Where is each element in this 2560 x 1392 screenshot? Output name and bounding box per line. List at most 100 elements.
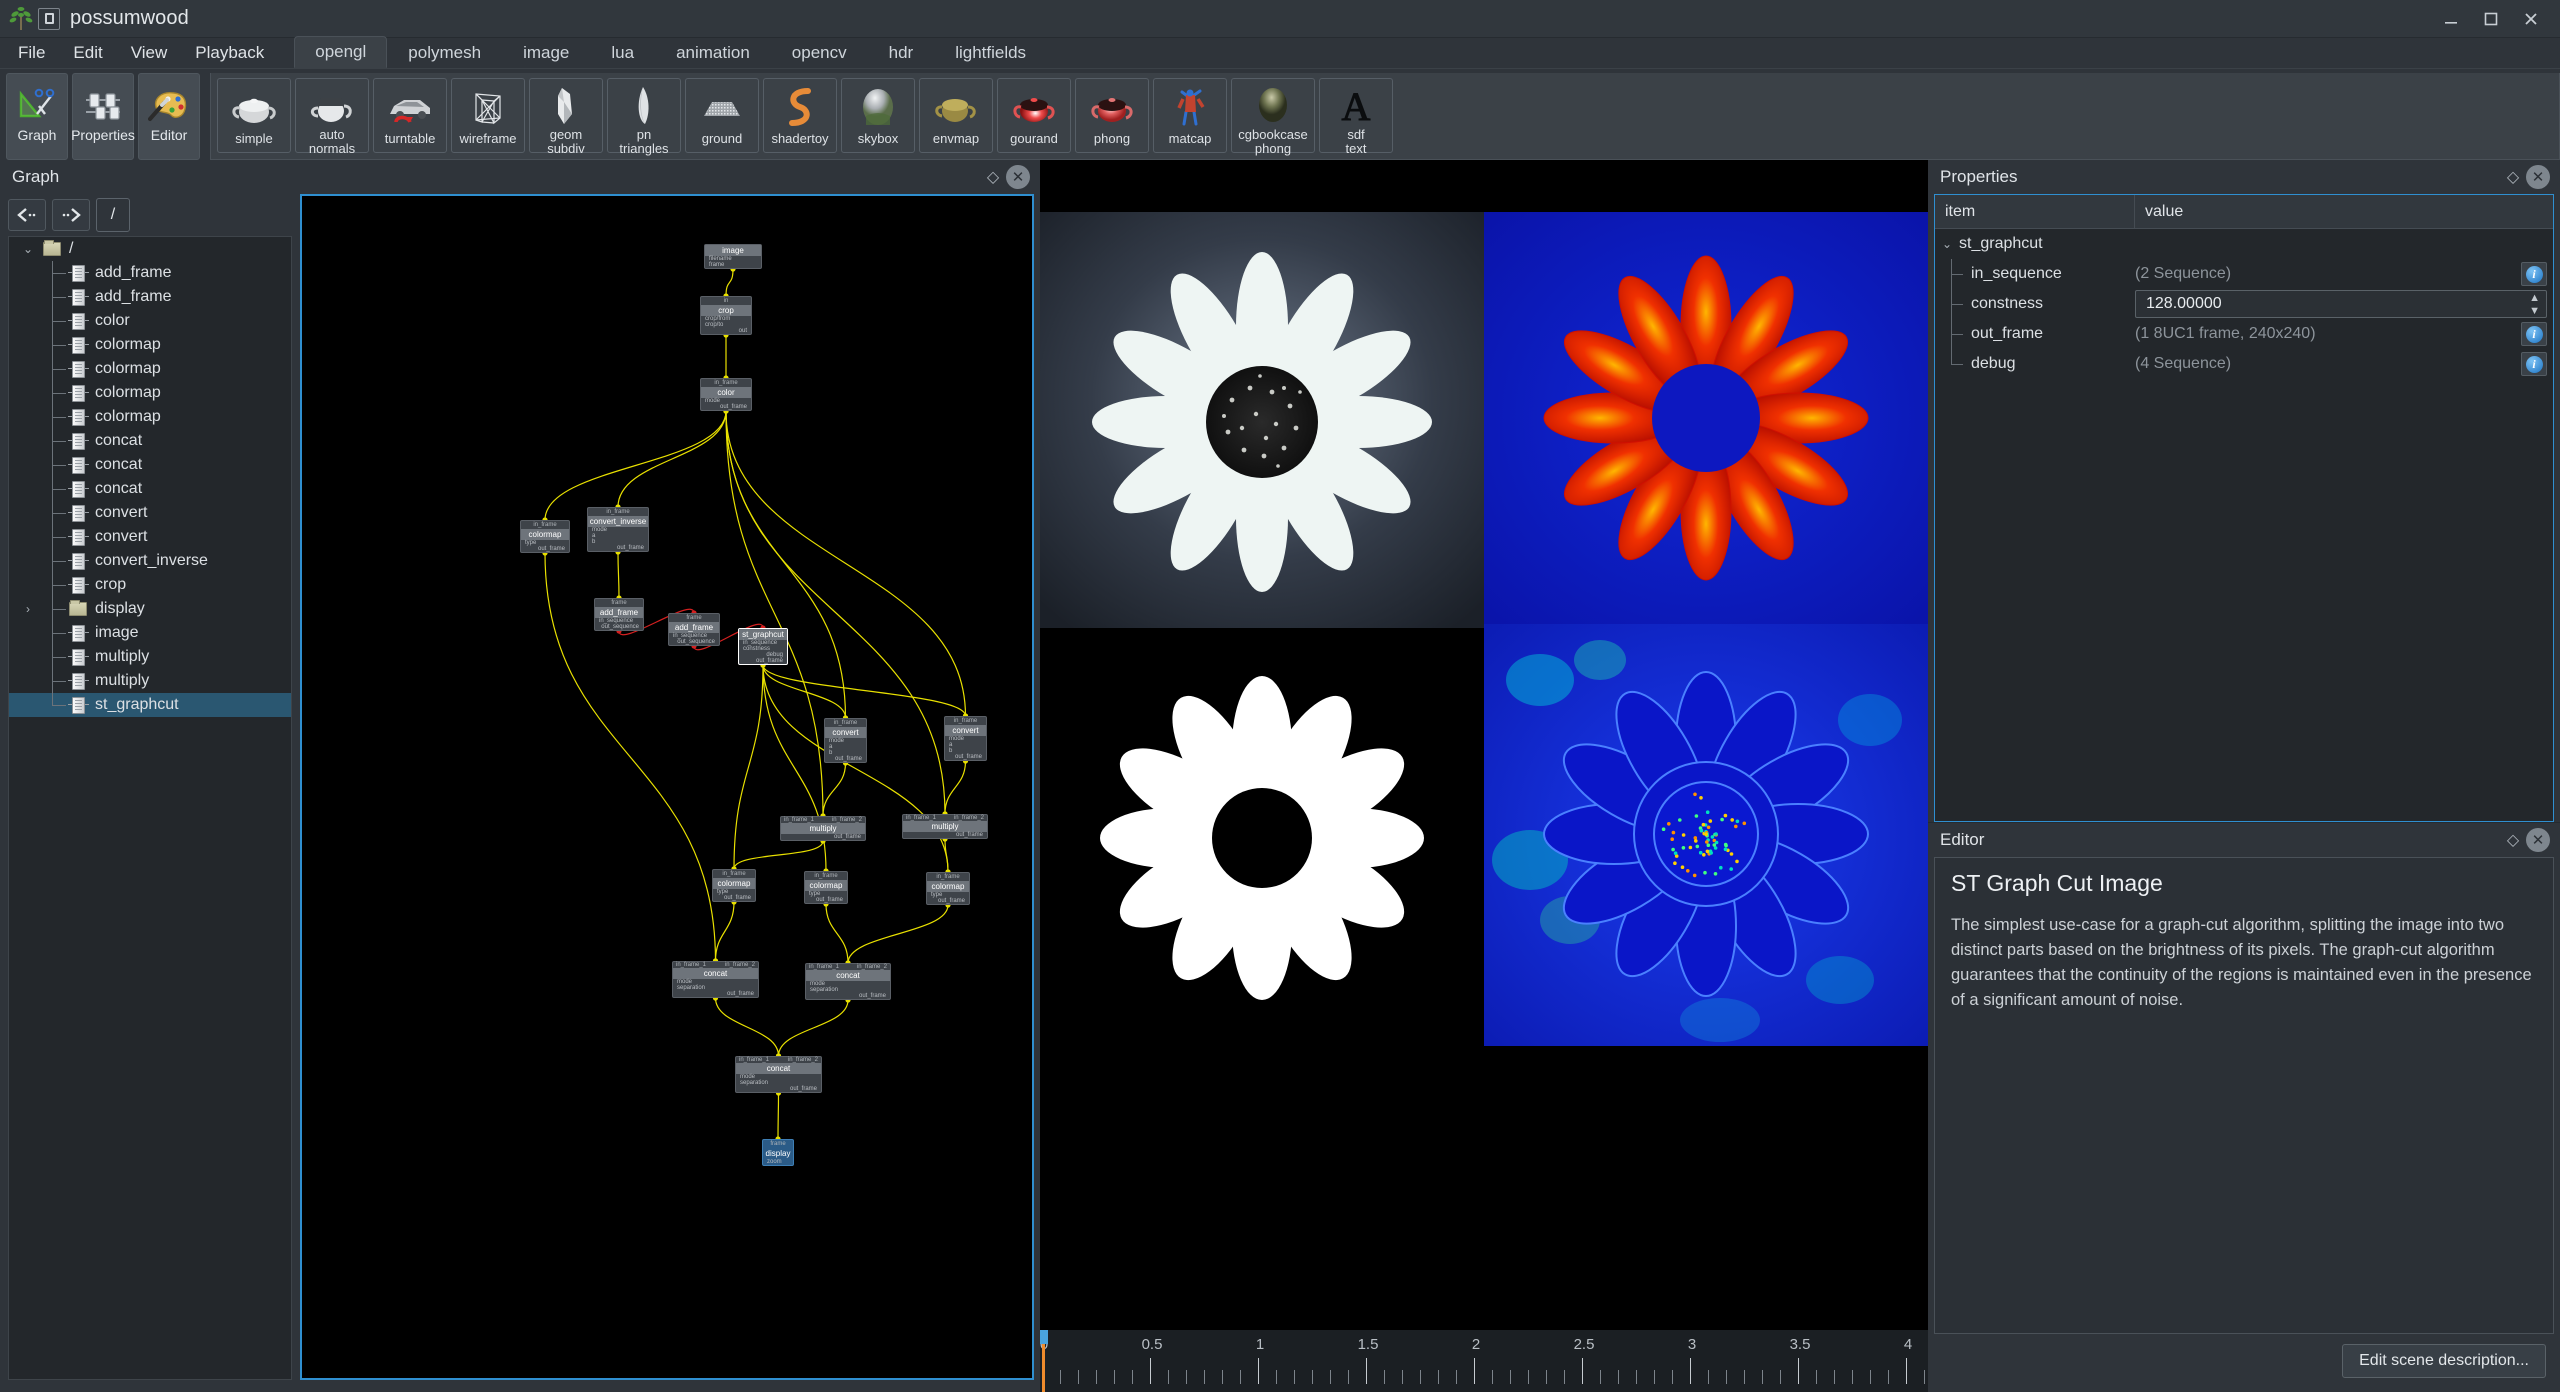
node-port[interactable]: in [701,297,751,305]
graph-node-colormap[interactable]: in_framecolormaptypeout_frame [926,872,970,905]
node-port[interactable]: out_frame [781,834,865,840]
node-port[interactable]: in_frame [521,521,569,529]
node-button-envmap[interactable]: envmap [919,78,993,153]
timeline-ruler[interactable]: 00.511.522.533.544.5 [1040,1330,1928,1392]
tree-item-convert_inverse[interactable]: convert_inverse [9,549,291,573]
node-port[interactable]: out_frame [805,897,847,903]
node-port[interactable]: in_frame [927,873,969,881]
tab-opengl[interactable]: opengl [294,36,387,68]
node-button-gourand[interactable]: gourand [997,78,1071,153]
expand-caret-icon[interactable]: ⌄ [15,242,41,256]
node-button-sdf-text[interactable]: A sdf text [1319,78,1393,153]
node-port[interactable]: out_sequence [595,624,643,630]
node-button-pn-triangles[interactable]: pn triangles [607,78,681,153]
tree-item-multiply[interactable]: multiply [9,669,291,693]
node-button-shadertoy[interactable]: shadertoy [763,78,837,153]
node-button-simple[interactable]: simple [217,78,291,153]
tree-item-[interactable]: ⌄/ [9,237,291,261]
tree-item-colormap[interactable]: colormap [9,357,291,381]
tree-item-st_graphcut[interactable]: st_graphcut [9,693,291,717]
tree-item-concat[interactable]: concat [9,453,291,477]
node-port[interactable]: in_frame_2 [857,964,887,970]
graph-node-colormap[interactable]: in_framecolormaptypeout_frame [804,871,848,904]
tree-item-convert[interactable]: convert [9,501,291,525]
graph-node-concat[interactable]: in_frame_1in_frame_2concatmodeseparation… [672,961,759,998]
graph-node-concat[interactable]: in_frame_1in_frame_2concatmodeseparation… [805,963,891,1000]
graph-node-multiply[interactable]: in_frame_1in_frame_2multiplyout_frame [780,816,866,841]
node-port[interactable]: out_frame [701,404,751,410]
graph-node-colormap[interactable]: in_framecolormaptypeout_frame [712,869,756,902]
node-port[interactable]: in_frame [588,508,648,516]
node-port[interactable]: in_frame_1 [906,815,936,821]
node-port[interactable]: out_frame [713,895,755,901]
info-icon[interactable]: i [2521,322,2547,346]
graph-node-color[interactable]: in_framecolormodeout_frame [700,378,752,411]
node-port[interactable]: out_frame [521,546,569,552]
graph-node-display[interactable]: framedisplayzoom [762,1139,794,1166]
node-port[interactable]: zoom [763,1159,793,1165]
node-port[interactable]: in_frame_1 [784,817,814,823]
node-graph-canvas[interactable]: imagefilenameframeincropcrop/fromcrop/to… [300,194,1034,1380]
node-port[interactable]: in_frame_2 [832,817,862,823]
graph-node-convert_inverse[interactable]: in_frameconvert_inversemodeabout_frame [587,507,649,552]
node-port[interactable]: frame [705,262,761,268]
tab-image[interactable]: image [502,37,590,68]
mode-graph-button[interactable]: Graph [6,73,68,160]
tree-item-add_frame[interactable]: add_frame [9,285,291,309]
node-port[interactable]: out_sequence [669,639,719,645]
graph-node-convert[interactable]: in_frameconvertmodeabout_frame [944,716,987,761]
graph-node-crop[interactable]: incropcrop/fromcrop/toout [700,296,752,335]
maximize-button[interactable] [2480,8,2502,30]
node-port[interactable]: in_frame_1 [809,964,839,970]
property-row-in_sequence[interactable]: in_sequence(2 Sequence)i [1935,259,2553,289]
tree-item-multiply[interactable]: multiply [9,645,291,669]
node-port[interactable]: in_frame_2 [788,1057,818,1063]
node-port[interactable]: in_frame [701,379,751,387]
node-button-auto-normals[interactable]: auto normals [295,78,369,153]
node-port[interactable]: in_frame [713,870,755,878]
node-port[interactable]: out_frame [739,658,787,664]
menu-file[interactable]: File [4,38,59,68]
graph-tree[interactable]: ⌄/add_frameadd_framecolorcolormapcolorma… [8,236,292,1380]
node-port[interactable]: out_frame [806,993,890,999]
node-port[interactable]: out_frame [588,545,648,551]
node-port[interactable]: in_frame_2 [954,815,984,821]
properties-float-icon[interactable]: ◇ [2500,164,2526,190]
info-icon[interactable]: i [2521,352,2547,376]
editor-float-icon[interactable]: ◇ [2500,827,2526,853]
graph-node-multiply[interactable]: in_frame_1in_frame_2multiplyout_frame [902,814,988,839]
nav-back-button[interactable] [8,199,46,231]
minimize-button[interactable] [2440,8,2462,30]
graph-node-convert[interactable]: in_frameconvertmodeabout_frame [824,718,867,763]
property-row-out_frame[interactable]: out_frame(1 8UC1 frame, 240x240)i [1935,319,2553,349]
property-row-constness[interactable]: constness128.00000▲▼ [1935,289,2553,319]
graph-node-st_graphcut[interactable]: st_graphcutin_sequenceconstnessdebugout_… [738,628,788,665]
properties-root-row[interactable]: ⌄ st_graphcut [1935,229,2553,259]
tab-lua[interactable]: lua [590,37,655,68]
node-button-skybox[interactable]: skybox [841,78,915,153]
node-port[interactable]: in_frame_2 [725,962,755,968]
tree-item-colormap[interactable]: colormap [9,333,291,357]
mode-properties-button[interactable]: Properties [72,73,134,160]
tree-item-display[interactable]: ›display [9,597,291,621]
info-icon[interactable]: i [2521,262,2547,286]
node-port[interactable]: out_frame [927,898,969,904]
node-button-cgbookcase-phong[interactable]: cgbookcase phong [1231,78,1315,153]
node-port[interactable]: in_frame [825,719,866,727]
tree-item-colormap[interactable]: colormap [9,381,291,405]
node-port[interactable]: out_frame [673,991,758,997]
graph-node-colormap[interactable]: in_framecolormaptypeout_frame [520,520,570,553]
close-button[interactable] [2520,8,2542,30]
node-port[interactable]: frame [595,599,643,607]
node-button-turntable[interactable]: turntable [373,78,447,153]
tree-item-convert[interactable]: convert [9,525,291,549]
spinner-arrows-icon[interactable]: ▲▼ [2529,293,2540,317]
graph-node-add_frame[interactable]: frameadd_framein_sequenceout_sequence [668,613,720,646]
graph-node-add_frame[interactable]: frameadd_framein_sequenceout_sequence [594,598,644,631]
breadcrumb-root[interactable]: / [96,198,130,232]
tab-lightfields[interactable]: lightfields [934,37,1047,68]
node-port[interactable]: frame [763,1140,793,1148]
graph-close-icon[interactable]: ✕ [1006,165,1030,189]
graph-node-concat[interactable]: in_frame_1in_frame_2concatmodeseparation… [735,1056,822,1093]
node-port[interactable]: out_frame [825,756,866,762]
